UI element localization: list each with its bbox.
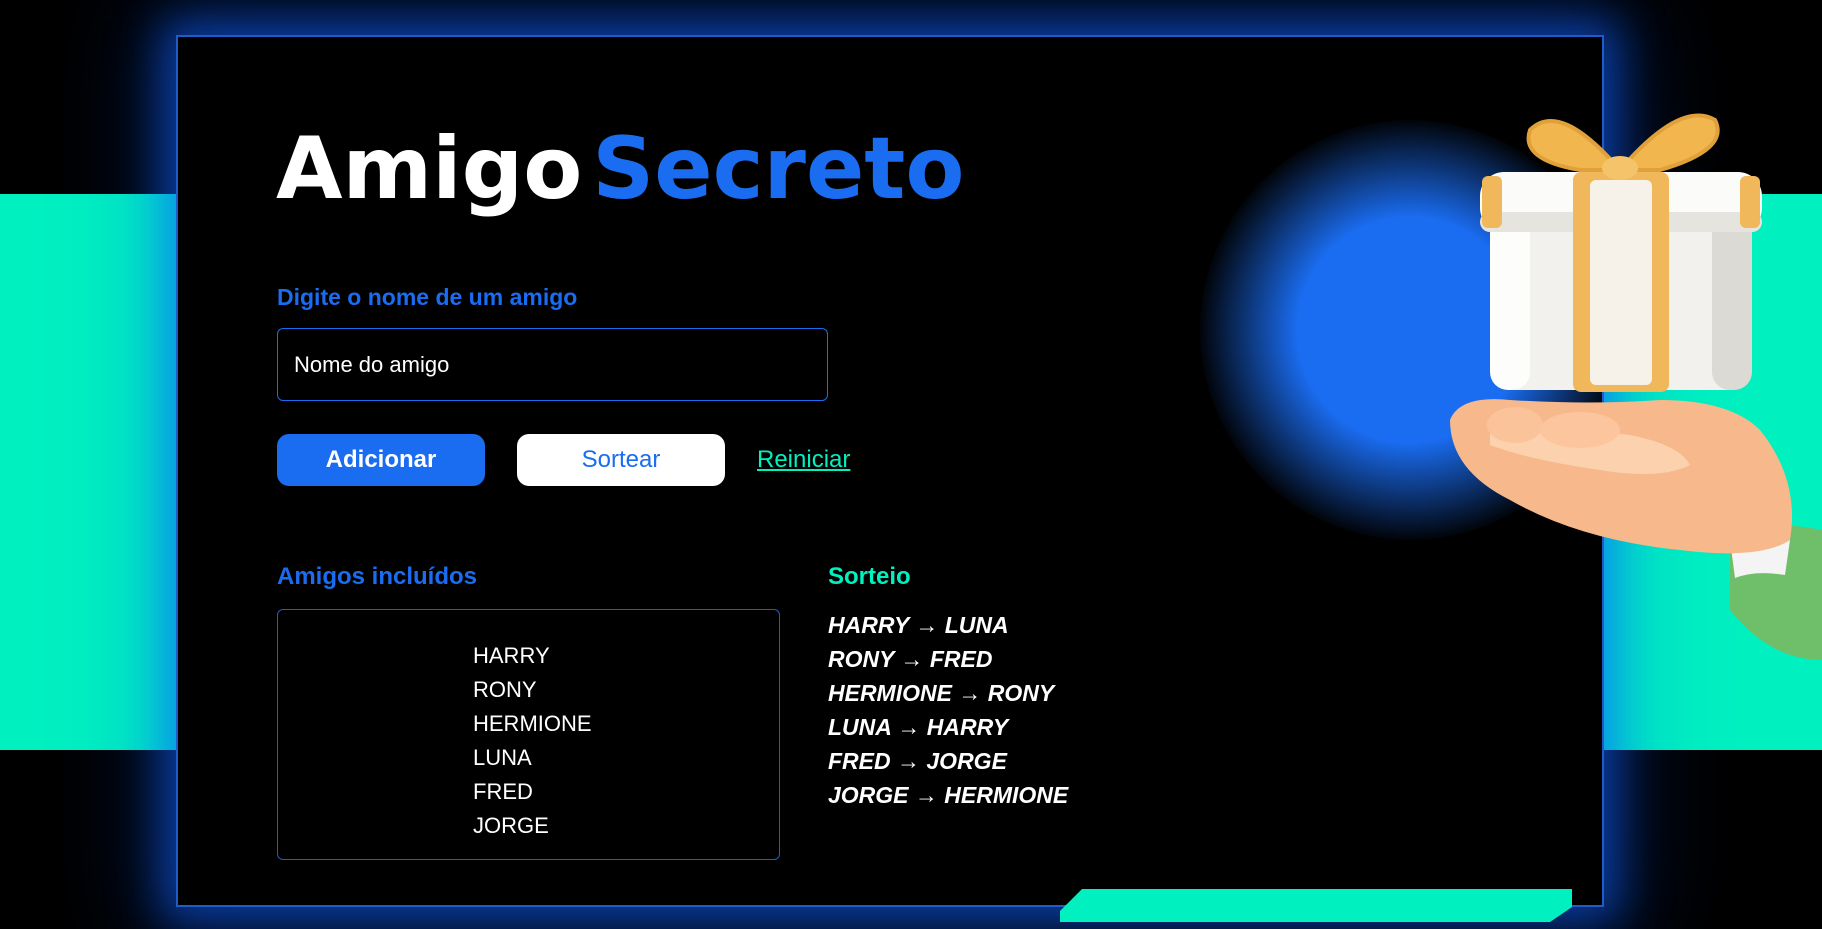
- result-item: LUNA → HARRY: [828, 714, 1009, 740]
- page-title: Amigo Secreto: [276, 118, 964, 221]
- list-item: JORGE: [473, 813, 549, 838]
- list-item: LUNA: [473, 745, 532, 770]
- gift-in-hand-icon: [1430, 100, 1822, 670]
- reset-link[interactable]: Reiniciar: [757, 446, 850, 474]
- draw-result-title: Sorteio: [828, 563, 911, 590]
- draw-button[interactable]: Sortear: [517, 434, 725, 486]
- list-item: HARRY: [473, 643, 550, 668]
- result-item: RONY → FRED: [828, 646, 993, 672]
- friends-list: HARRY RONY HERMIONE LUNA FRED JORGE: [473, 639, 592, 843]
- page-title-word-1: Amigo: [276, 119, 583, 219]
- draw-result-list: HARRY → LUNA RONY → FRED HERMIONE → RONY…: [828, 608, 1068, 812]
- result-item: JORGE → HERMIONE: [828, 782, 1069, 808]
- list-item: HERMIONE: [473, 711, 592, 736]
- result-item: HARRY → LUNA: [828, 612, 1009, 638]
- friends-list-title: Amigos incluídos: [277, 563, 478, 590]
- result-item: FRED → JORGE: [828, 748, 1007, 774]
- friends-list-box: HARRY RONY HERMIONE LUNA FRED JORGE: [277, 609, 780, 860]
- result-item: HERMIONE → RONY: [828, 680, 1055, 706]
- list-item: RONY: [473, 677, 537, 702]
- page-title-word-2: Secreto: [592, 119, 965, 219]
- add-button[interactable]: Adicionar: [277, 434, 485, 486]
- friend-name-input[interactable]: [277, 328, 828, 401]
- friend-name-label: Digite o nome de um amigo: [277, 284, 578, 310]
- list-item: FRED: [473, 779, 533, 804]
- bottom-accent-strip: [1060, 889, 1572, 922]
